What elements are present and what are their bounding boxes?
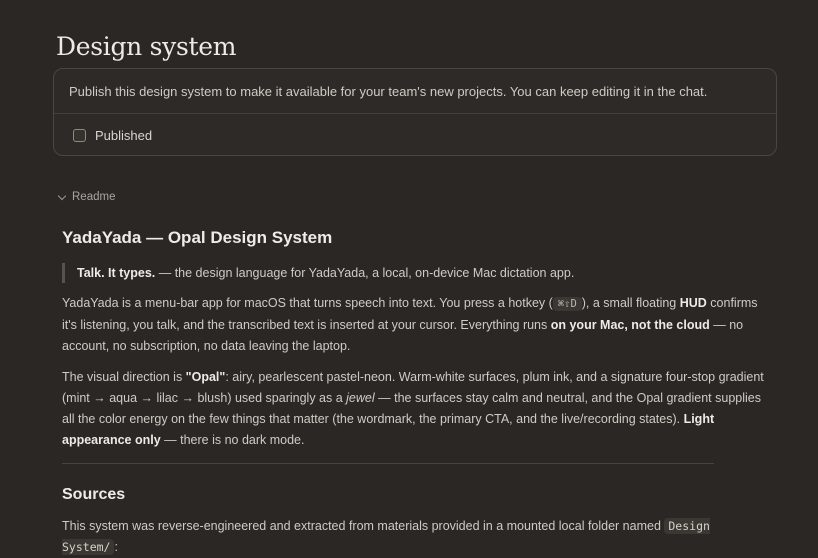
published-toggle[interactable]: Published	[73, 128, 152, 143]
published-label: Published	[95, 128, 153, 143]
sources-heading: Sources	[62, 486, 126, 503]
intro-text-1: YadaYada is a menu-bar app for macOS tha…	[62, 296, 553, 310]
intro-paragraph: YadaYada is a menu-bar app for macOS tha…	[62, 293, 772, 357]
published-checkbox[interactable]	[73, 129, 86, 142]
chevron-down-icon	[57, 191, 67, 200]
visual-text-1: The visual direction is	[62, 370, 186, 384]
readme-toggle[interactable]: Readme	[57, 191, 116, 203]
tagline-text: — the design language for YadaYada, a lo…	[155, 266, 575, 280]
tagline-bold: Talk. It types.	[77, 266, 156, 280]
readme-content: YadaYada — Opal Design System Talk. It t…	[62, 226, 772, 558]
intro-text-2: ), a small floating	[581, 296, 680, 310]
visual-italic-jewel: jewel	[346, 391, 375, 405]
hotkey-code: ⌘⇧D	[552, 297, 582, 311]
readme-heading: YadaYada — Opal Design System	[62, 228, 333, 247]
visual-text-4: — there is no dark mode.	[160, 433, 305, 447]
visual-bold-opal: "Opal"	[185, 370, 226, 384]
publish-card: Publish this design system to make it av…	[53, 68, 777, 156]
sources-text-1: This system was reverse-engineered and e…	[62, 519, 665, 533]
card-divider	[54, 113, 776, 114]
tagline-quote: Talk. It types. — the design language fo…	[62, 263, 772, 283]
intro-bold-hud: HUD	[679, 296, 707, 310]
section-divider	[62, 463, 714, 464]
intro-bold-local: on your Mac, not the cloud	[550, 318, 710, 332]
visual-direction-paragraph: The visual direction is "Opal": airy, pe…	[62, 367, 772, 451]
readme-label: Readme	[72, 191, 116, 203]
page-title: Design system	[56, 31, 237, 61]
publish-message: Publish this design system to make it av…	[69, 84, 708, 99]
